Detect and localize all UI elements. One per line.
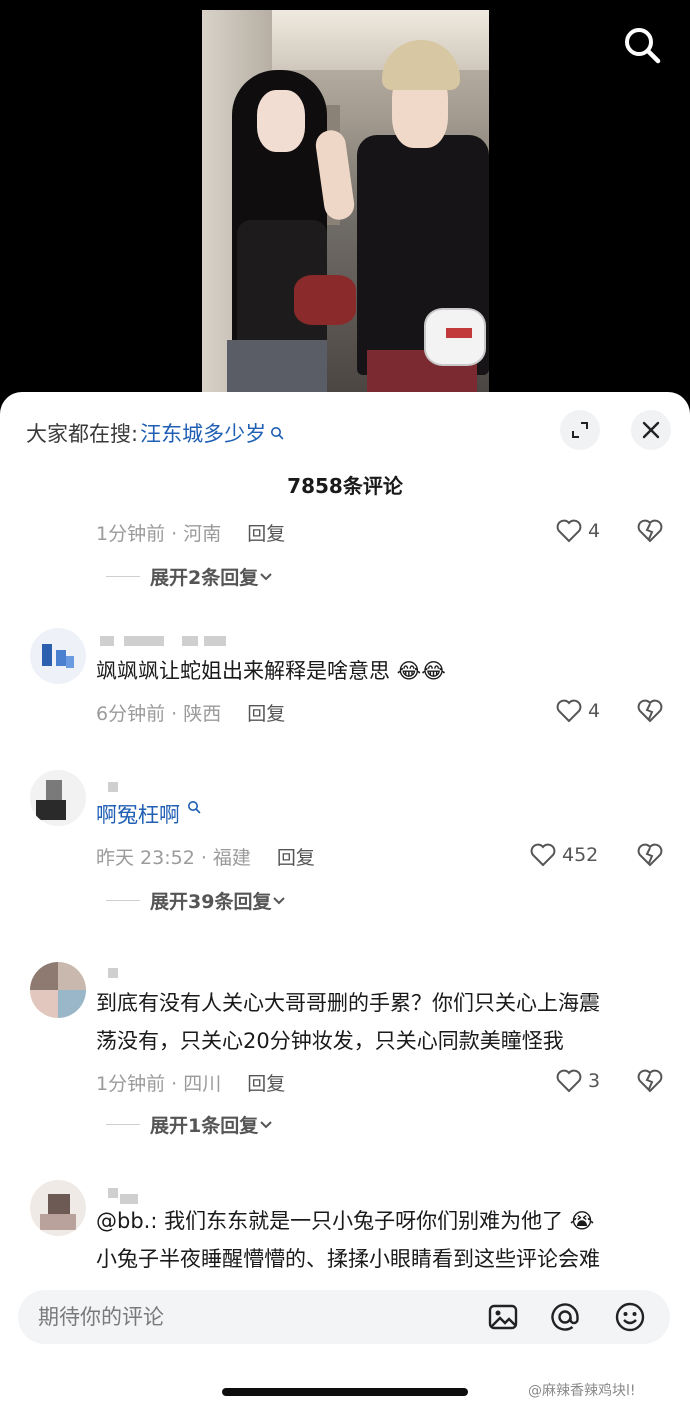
comment-body-line: @bb.: 我们东东就是一只小兔子呀你们别难为他了 😭 <box>96 1209 595 1233</box>
comment-meta: 6分钟前 · 陕西 <box>96 702 222 725</box>
comment-meta-row: 昨天 23:52 · 福建 回复 <box>96 836 315 876</box>
comment-meta-row: 1分钟前 · 四川 回复 <box>96 1062 285 1102</box>
home-indicator[interactable] <box>222 1388 468 1396</box>
expand-replies-button[interactable]: 展开2条回复 <box>106 556 274 596</box>
close-icon <box>642 421 660 439</box>
dislike-button[interactable] <box>637 699 663 727</box>
video-player[interactable] <box>0 0 690 410</box>
avatar-image <box>42 644 74 668</box>
comment-body: @bb.: 我们东东就是一只小兔子呀你们别难为他了 😭 小兔子半夜睡醒懵懵的、揉… <box>96 1202 600 1278</box>
reply-button[interactable]: 回复 <box>247 1069 285 1096</box>
dislike-button[interactable] <box>637 843 663 871</box>
expand-replies-button[interactable]: 展开1条回复 <box>106 1104 274 1144</box>
like-count: 3 <box>588 1070 601 1092</box>
heart-icon <box>556 1069 582 1093</box>
comment-body-line: 荡没有，只关心20分钟妆发，只关心同款美瞳怪我 <box>96 1029 564 1053</box>
comment-body: 飒飒飒让蛇姐出来解释是啥意思 😂😂 <box>96 659 446 683</box>
avatar-image <box>30 962 86 1018</box>
video-white-glove <box>424 308 486 366</box>
video-person-left-jeans <box>227 340 327 400</box>
comment-meta: 昨天 23:52 · 福建 <box>96 846 251 869</box>
comment-count: 7858条评论 <box>287 474 403 498</box>
like-button[interactable]: 3 <box>556 1069 600 1093</box>
avatar[interactable] <box>30 628 86 684</box>
comment-link-keyword[interactable]: 啊冤枉啊 <box>96 803 180 827</box>
expand-replies-label: 展开2条回复 <box>150 566 259 589</box>
reply-button[interactable]: 回复 <box>277 843 315 870</box>
search-suggestion-prefix: 大家都在搜: <box>26 422 139 446</box>
comment-body-line: 到底有没有人关心大哥哥删的手累？你们只关心上海震 <box>96 991 600 1015</box>
reply-button[interactable]: 回复 <box>247 699 285 726</box>
expand-divider <box>106 1123 140 1125</box>
expand-divider <box>106 899 140 901</box>
like-count: 4 <box>588 700 601 722</box>
dislike-button[interactable] <box>637 519 663 547</box>
comment-body: 到底有没有人关心大哥哥删的手累？你们只关心上海震 荡没有，只关心20分钟妆发，只… <box>96 984 600 1060</box>
comment-body-line: 小兔子半夜睡醒懵懵的、揉揉小眼睛看到这些评论会难 <box>96 1247 600 1271</box>
heart-icon <box>530 843 556 867</box>
broken-heart-icon <box>637 519 663 543</box>
avatar[interactable] <box>30 1180 86 1236</box>
heart-icon <box>556 699 582 723</box>
mention-button[interactable] <box>548 1300 582 1334</box>
like-button[interactable]: 452 <box>530 843 598 867</box>
avatar-image <box>30 770 86 826</box>
avatar[interactable] <box>30 962 86 1018</box>
watermark: @麻辣香辣鸡块l! <box>528 1383 636 1399</box>
chevron-down-icon <box>273 897 286 905</box>
search-small-icon <box>271 427 284 440</box>
broken-heart-icon <box>637 699 663 723</box>
comment-meta-row: 6分钟前 · 陕西 回复 <box>96 692 285 732</box>
reply-button[interactable]: 回复 <box>247 519 285 546</box>
comment-meta: 1分钟前 · 河南 <box>96 522 222 545</box>
expand-divider <box>106 575 140 577</box>
avatar[interactable] <box>30 770 86 826</box>
at-icon <box>551 1303 579 1331</box>
search-icon <box>625 28 661 64</box>
search-button[interactable] <box>618 22 666 70</box>
broken-heart-icon <box>637 843 663 867</box>
comment-body: 啊冤枉啊 <box>96 796 201 834</box>
expand-button[interactable] <box>560 410 600 450</box>
comment-input[interactable] <box>38 1290 458 1344</box>
search-suggestion-keyword[interactable]: 汪东城多少岁 <box>140 418 266 448</box>
search-suggestion[interactable]: 大家都在搜: 汪东城多少岁 <box>26 418 284 448</box>
like-button[interactable]: 4 <box>556 699 600 723</box>
heart-icon <box>556 519 582 543</box>
expand-replies-label: 展开39条回复 <box>150 890 272 913</box>
like-count: 4 <box>588 520 601 542</box>
video-red-glove <box>294 275 356 325</box>
close-button[interactable] <box>631 410 671 450</box>
video-person-left-face <box>257 90 305 152</box>
comment-sheet: 大家都在搜: 汪东城多少岁 7858条评论 1分钟前 · 河南 回复 4 展开2… <box>0 392 690 1410</box>
avatar-image <box>30 1180 86 1236</box>
comment-sheet-header: 大家都在搜: 汪东城多少岁 7858条评论 <box>0 392 690 512</box>
search-small-icon <box>187 801 200 814</box>
dislike-button[interactable] <box>637 1069 663 1097</box>
image-icon <box>488 1304 518 1330</box>
video-thumbnail[interactable] <box>202 10 489 400</box>
emoji-button[interactable] <box>613 1300 647 1334</box>
comment-meta-row: 1分钟前 · 河南 回复 <box>96 512 285 552</box>
like-count: 452 <box>562 844 599 866</box>
broken-heart-icon <box>637 1069 663 1093</box>
expand-replies-button[interactable]: 展开39条回复 <box>106 880 287 920</box>
like-button[interactable]: 4 <box>556 519 600 543</box>
chevron-down-icon <box>260 573 272 581</box>
emoji-icon <box>615 1302 645 1332</box>
chevron-down-icon <box>260 1121 272 1129</box>
expand-replies-label: 展开1条回复 <box>150 1114 259 1137</box>
fullscreen-icon <box>572 422 588 438</box>
image-button[interactable] <box>486 1300 520 1334</box>
comment-input-bar <box>18 1290 670 1344</box>
comment-meta: 1分钟前 · 四川 <box>96 1072 222 1095</box>
